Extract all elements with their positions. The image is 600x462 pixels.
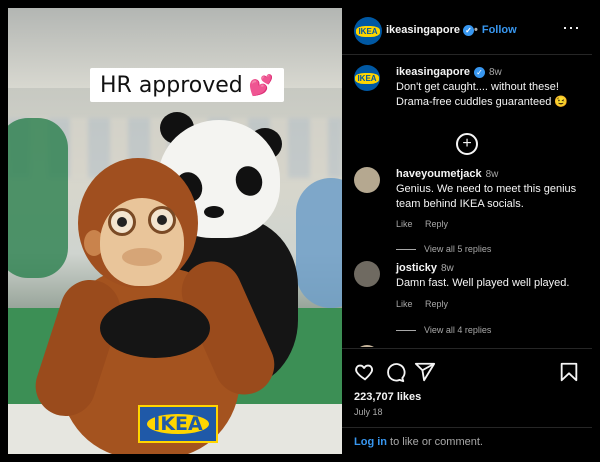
comment-text: Damn fast. Well played well played. — [396, 277, 570, 289]
caption-text: Don't get caught.... without these! Dram… — [396, 81, 569, 108]
orangutan-mouth — [122, 248, 162, 266]
caption-avatar[interactable]: IKEA — [354, 65, 380, 91]
comment-username[interactable]: josticky — [396, 262, 437, 274]
comment-item: josticky 8w Damn fast. Well played well p… — [354, 261, 586, 341]
comment-time[interactable]: 8w — [486, 169, 499, 180]
ikea-logo-text: IKEA — [147, 414, 209, 434]
comment-avatar[interactable] — [354, 345, 380, 347]
photo-background-plush-blue — [296, 178, 342, 308]
verified-badge-icon: ✓ — [473, 66, 485, 78]
post-side-panel: IKEA ikeasingapore ✓ • Follow ⋯ IKEA ikeas… — [342, 8, 592, 454]
comment-like-button[interactable]: Like — [396, 299, 413, 309]
post-date[interactable]: July 18 — [354, 407, 383, 417]
follow-button[interactable]: • Follow — [474, 24, 517, 36]
instagram-post-window: IKEA HR approved 💕 IKEA ikeasingapore ✓ •… — [0, 0, 600, 462]
photo-background-plush — [8, 118, 68, 278]
heart-icon[interactable] — [354, 361, 376, 383]
view-replies-button[interactable]: View all 4 replies — [396, 325, 491, 335]
comment-text-block: yvenigma8w — [396, 345, 586, 347]
post-photo[interactable]: IKEA HR approved 💕 — [8, 8, 342, 454]
comment-icon[interactable] — [384, 361, 406, 383]
orangutan-eye-right — [148, 206, 176, 234]
comment-text-block: josticky 8w Damn fast. Well played well p… — [396, 261, 586, 291]
likes-count[interactable]: 223,707 likes — [354, 391, 421, 403]
bookmark-icon[interactable] — [558, 361, 580, 383]
verified-badge-icon: ✓ — [462, 24, 474, 36]
profile-avatar[interactable]: IKEA — [354, 17, 382, 45]
follow-label[interactable]: Follow — [482, 24, 517, 36]
login-prompt-text: to like or comment. — [387, 436, 483, 448]
view-replies-label[interactable]: View all 5 replies — [424, 244, 491, 254]
comment-username[interactable]: yvenigma — [396, 346, 447, 347]
comment-username[interactable]: haveyoumetjack — [396, 168, 482, 180]
photo-overlay-caption: HR approved 💕 — [90, 68, 284, 102]
panda-arm-hug — [100, 298, 210, 358]
comment-actions: Like Reply — [396, 219, 458, 229]
comment-like-button[interactable]: Like — [396, 219, 413, 229]
post-header: IKEA ikeasingapore ✓ • Follow ⋯ — [342, 8, 592, 55]
comment-text-block: haveyoumetjack 8w Genius. We need to meet… — [396, 167, 586, 212]
comment-text: Genius. We need to meet this genius team… — [396, 183, 577, 210]
comment-reply-button[interactable]: Reply — [425, 219, 448, 229]
hearts-emoji: 💕 — [248, 73, 274, 97]
header-username-text[interactable]: ikeasingapore — [386, 24, 460, 36]
login-link[interactable]: Log in — [354, 436, 387, 448]
orangutan-eye-left — [108, 208, 136, 236]
view-replies-button[interactable]: View all 5 replies — [396, 244, 491, 254]
share-icon[interactable] — [414, 361, 436, 383]
comment-item: yvenigma8w — [354, 345, 586, 347]
login-prompt: Log in to like or comment. — [354, 436, 483, 448]
post-caption: IKEA ikeasingapore ✓ 8w Don't get caught..… — [354, 65, 586, 135]
dot-separator: • — [474, 24, 478, 36]
comments-list[interactable]: IKEA ikeasingapore ✓ 8w Don't get caught..… — [342, 55, 592, 347]
login-prompt-row: Log in to like or comment. — [342, 427, 592, 456]
panda-eye-right — [231, 162, 267, 200]
overlay-text: HR approved — [100, 72, 243, 98]
caption-text-block: ikeasingapore ✓ 8w Don't get caught.... wi… — [396, 65, 586, 110]
comment-item: haveyoumetjack 8w Genius. We need to meet… — [354, 167, 586, 257]
caption-avatar-logo: IKEA — [355, 72, 379, 84]
ikea-logo-tag: IKEA — [138, 405, 218, 443]
orangutan-face — [100, 198, 184, 286]
panda-nose — [204, 206, 224, 218]
caption-username[interactable]: ikeasingapore — [396, 66, 470, 78]
load-more-comments-icon[interactable]: + — [456, 133, 478, 155]
comment-avatar[interactable] — [354, 167, 380, 193]
post-action-bar: 223,707 likes July 18 Log in to like or … — [342, 348, 592, 455]
comment-avatar[interactable] — [354, 261, 380, 287]
comment-actions: Like Reply — [396, 299, 458, 309]
view-replies-label[interactable]: View all 4 replies — [424, 325, 491, 335]
more-horizontal-icon[interactable]: ⋯ — [562, 18, 581, 39]
avatar-logo-text: IKEA — [356, 25, 380, 37]
comment-reply-button[interactable]: Reply — [425, 299, 448, 309]
action-icons — [354, 361, 580, 385]
comment-time[interactable]: 8w — [441, 263, 454, 274]
caption-time[interactable]: 8w — [489, 67, 502, 78]
header-username[interactable]: ikeasingapore ✓ — [386, 24, 474, 36]
